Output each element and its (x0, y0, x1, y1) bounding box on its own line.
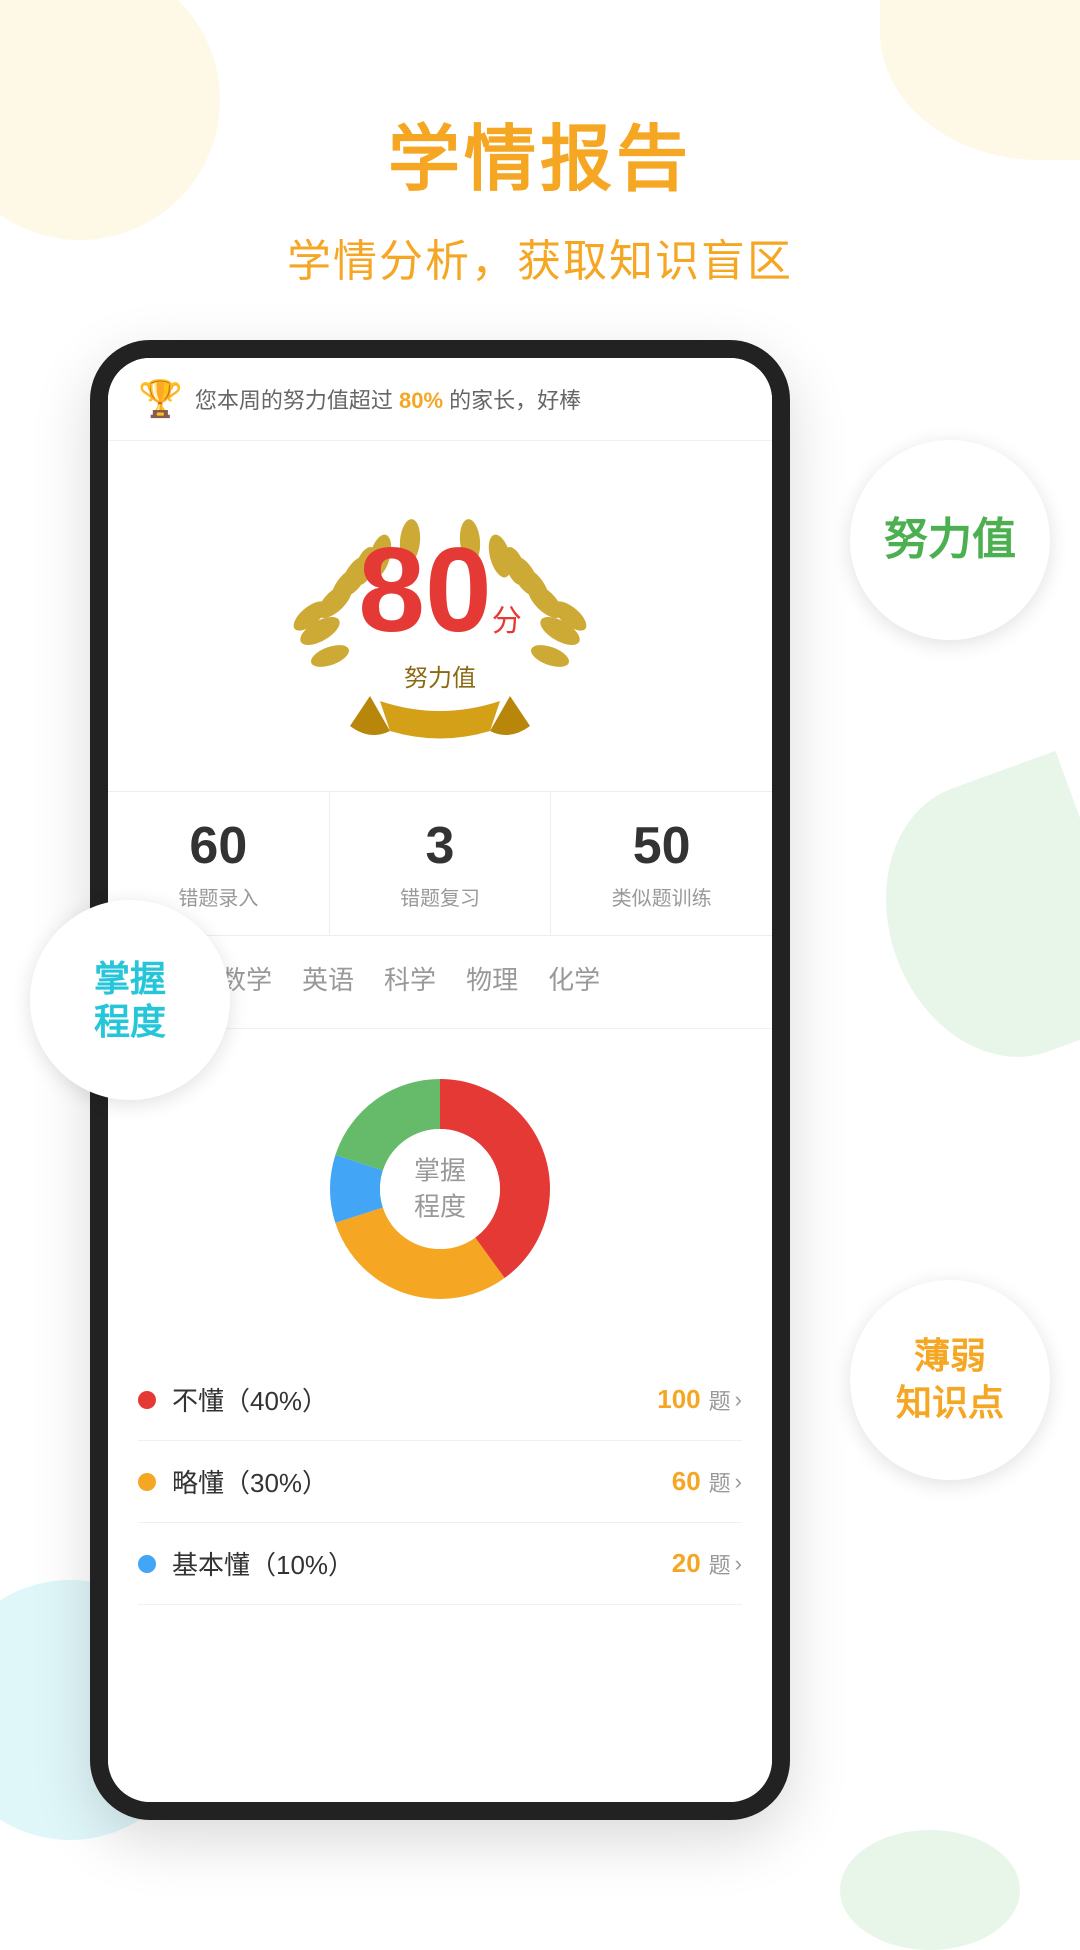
tab-chemistry[interactable]: 化学 (548, 960, 600, 1004)
legend-count-basic-understand: 20 (672, 1548, 701, 1579)
main-title: 学情报告 (0, 100, 1080, 205)
score-display: 80分 努力值 (358, 530, 521, 693)
trophy-icon: 🏆 (138, 378, 183, 420)
score-section: 80分 努力值 (108, 441, 772, 791)
stat-label-errors-review: 错题复习 (400, 882, 480, 911)
legend-arrow-basic-understand: › (735, 1551, 742, 1577)
legend-item-basic-understand[interactable]: 基本懂（10%） 20 题 › (138, 1523, 742, 1605)
legend-dot-blue (138, 1555, 156, 1573)
float-label-weak: 薄弱知识点 (850, 1280, 1050, 1480)
tab-english[interactable]: 英语 (302, 960, 354, 1004)
stat-number-errors-entered: 60 (189, 816, 247, 876)
stat-number-similar-practice: 50 (633, 816, 691, 876)
laurel-wreath-container: 80分 努力值 (280, 471, 600, 771)
bg-decoration-right-mid (849, 751, 1080, 1089)
sub-title: 学情分析，获取知识盲区 (0, 225, 1080, 289)
legend-count-slightly-understand: 60 (672, 1466, 701, 1497)
legend-item-slightly-understand[interactable]: 略懂（30%） 60 题 › (138, 1441, 742, 1523)
stat-label-errors-entered: 错题录入 (178, 882, 258, 911)
legend-dot-red (138, 1391, 156, 1409)
notification-bar: 🏆 您本周的努力值超过 80% 的家长，好棒 (108, 358, 772, 441)
legend-section: 不懂（40%） 100 题 › 略懂（30%） 60 题 › 基本懂（10%） … (108, 1349, 772, 1615)
legend-dot-orange (138, 1473, 156, 1491)
donut-center-label: 掌握程度 (414, 1153, 466, 1226)
legend-item-dont-understand[interactable]: 不懂（40%） 100 题 › (138, 1359, 742, 1441)
score-number: 80 (358, 523, 491, 657)
stat-item-errors-review: 3 错题复习 (330, 792, 552, 935)
legend-text-basic-understand: 基本懂（10%） (172, 1545, 672, 1582)
donut-chart-container: 掌握程度 (310, 1059, 570, 1319)
bg-decoration-bottom-right (840, 1830, 1020, 1950)
stat-item-similar-practice: 50 类似题训练 (551, 792, 772, 935)
float-mastery-text: 掌握程度 (94, 957, 166, 1043)
float-weak-text: 薄弱知识点 (896, 1333, 1004, 1427)
score-unit: 分 (492, 605, 522, 638)
float-label-mastery: 掌握程度 (30, 900, 230, 1100)
phone-mockup: 🏆 您本周的努力值超过 80% 的家长，好棒 (90, 340, 790, 1820)
score-label: 努力值 (358, 658, 521, 693)
legend-text-slightly-understand: 略懂（30%） (172, 1463, 672, 1500)
header-area: 学情报告 学情分析，获取知识盲区 (0, 0, 1080, 289)
phone-content: 🏆 您本周的努力值超过 80% 的家长，好棒 (108, 358, 772, 1802)
legend-arrow-dont-understand: › (735, 1387, 742, 1413)
notification-text: 您本周的努力值超过 80% 的家长，好棒 (195, 383, 581, 415)
legend-unit-dont-understand: 题 (709, 1384, 731, 1416)
tab-physics[interactable]: 物理 (466, 960, 518, 1004)
legend-text-dont-understand: 不懂（40%） (172, 1381, 657, 1418)
stat-label-similar-practice: 类似题训练 (612, 882, 712, 911)
stat-number-errors-review: 3 (426, 816, 455, 876)
float-label-effort: 努力值 (850, 440, 1050, 640)
legend-arrow-slightly-understand: › (735, 1469, 742, 1495)
float-effort-text: 努力值 (884, 516, 1016, 564)
legend-unit-slightly-understand: 题 (709, 1466, 731, 1498)
legend-count-dont-understand: 100 (657, 1384, 700, 1415)
stats-row: 60 错题录入 3 错题复习 50 类似题训练 (108, 791, 772, 936)
legend-unit-basic-understand: 题 (709, 1548, 731, 1580)
tab-science[interactable]: 科学 (384, 960, 436, 1004)
chart-section: 掌握程度 (108, 1029, 772, 1349)
